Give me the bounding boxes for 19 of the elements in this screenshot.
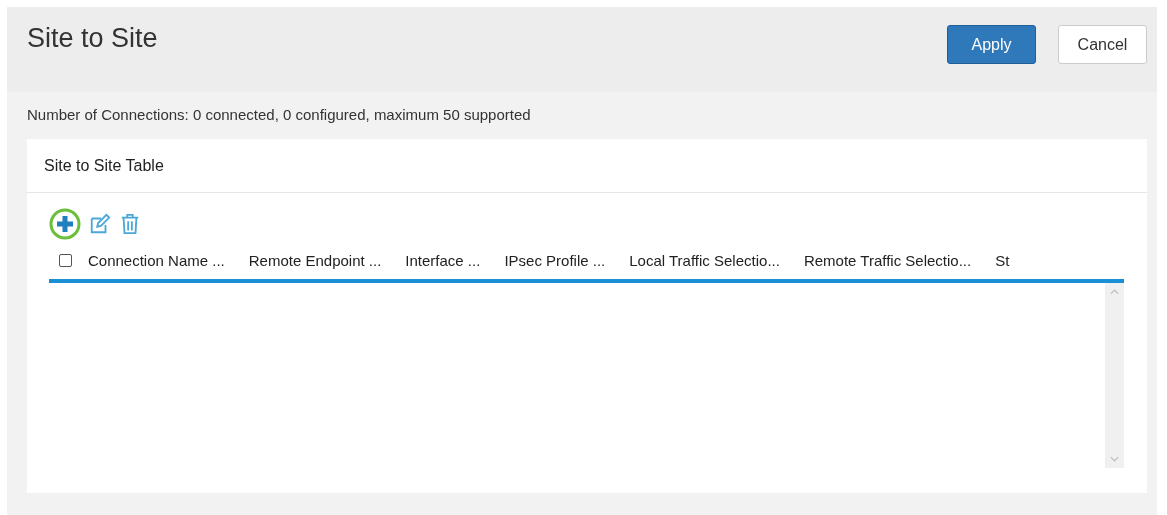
column-header[interactable]: Connection Name ... xyxy=(88,251,249,269)
column-header[interactable]: Remote Endpoint ... xyxy=(248,251,406,269)
action-button[interactable]: Apply xyxy=(947,25,1036,64)
scroll-up-icon[interactable] xyxy=(1110,289,1119,295)
column-header[interactable]: Remote Traffic Selectio... xyxy=(803,251,996,269)
select-all-checkbox[interactable] xyxy=(59,253,72,267)
edit-icon[interactable] xyxy=(89,213,111,235)
scroll-down-icon[interactable] xyxy=(1110,456,1119,462)
column-header[interactable]: St xyxy=(995,251,1010,269)
add-icon[interactable] xyxy=(49,208,81,240)
table-title: Site to Site Table xyxy=(44,156,164,175)
connections-summary: Number of Connections: 0 connected, 0 configured, maximum 50 supported xyxy=(26,105,532,125)
column-header[interactable]: IPsec Profile ... xyxy=(504,251,630,269)
page-title: Site to Site xyxy=(27,23,158,54)
column-header[interactable]: Local Traffic Selectio... xyxy=(629,251,804,269)
action-button[interactable]: Cancel xyxy=(1058,25,1147,64)
trash-icon[interactable] xyxy=(119,213,141,235)
scrollbar[interactable] xyxy=(1105,283,1124,468)
column-header[interactable]: Interface ... xyxy=(405,251,505,269)
